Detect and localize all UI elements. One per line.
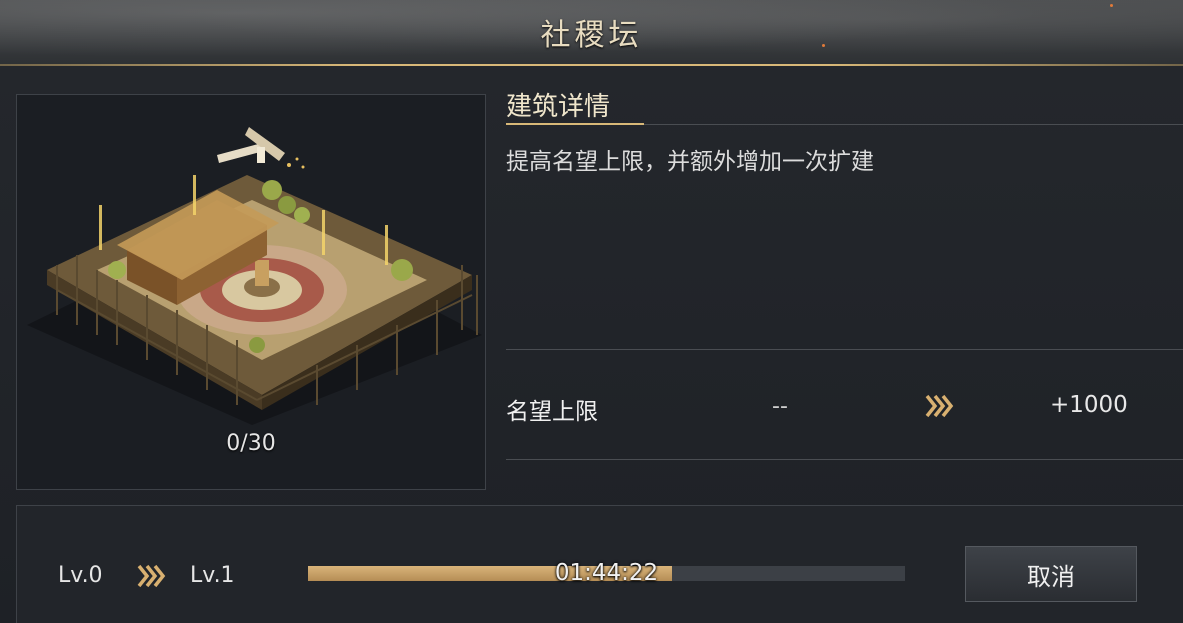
stat-label: 名望上限 <box>506 399 598 425</box>
details-underline-accent <box>506 123 644 125</box>
cancel-button[interactable]: 取消 <box>965 546 1137 602</box>
next-level: Lv.1 <box>190 563 235 588</box>
stat-divider-bottom <box>506 459 1183 460</box>
details-heading: 建筑详情 <box>506 92 611 122</box>
construction-progress-count: 0/30 <box>226 431 276 456</box>
building-description: 提高名望上限，并额外增加一次扩建 <box>506 149 874 175</box>
stat-next-value: +1000 <box>1050 392 1128 418</box>
ember-spark <box>822 44 825 47</box>
stat-divider-top <box>506 349 1183 350</box>
ember-spark <box>1110 4 1113 7</box>
hammer-icon <box>217 127 285 163</box>
header-banner: 社稷坛 <box>0 0 1183 64</box>
upgrade-timer: 01:44:22 <box>554 560 659 586</box>
stat-current-value: -- <box>772 394 788 419</box>
triple-chevron-right-icon <box>136 562 166 594</box>
current-level: Lv.0 <box>58 563 103 588</box>
page-title: 社稷坛 <box>540 18 643 53</box>
building-preview: 0/30 <box>16 94 486 490</box>
triple-chevron-right-icon <box>924 392 954 424</box>
